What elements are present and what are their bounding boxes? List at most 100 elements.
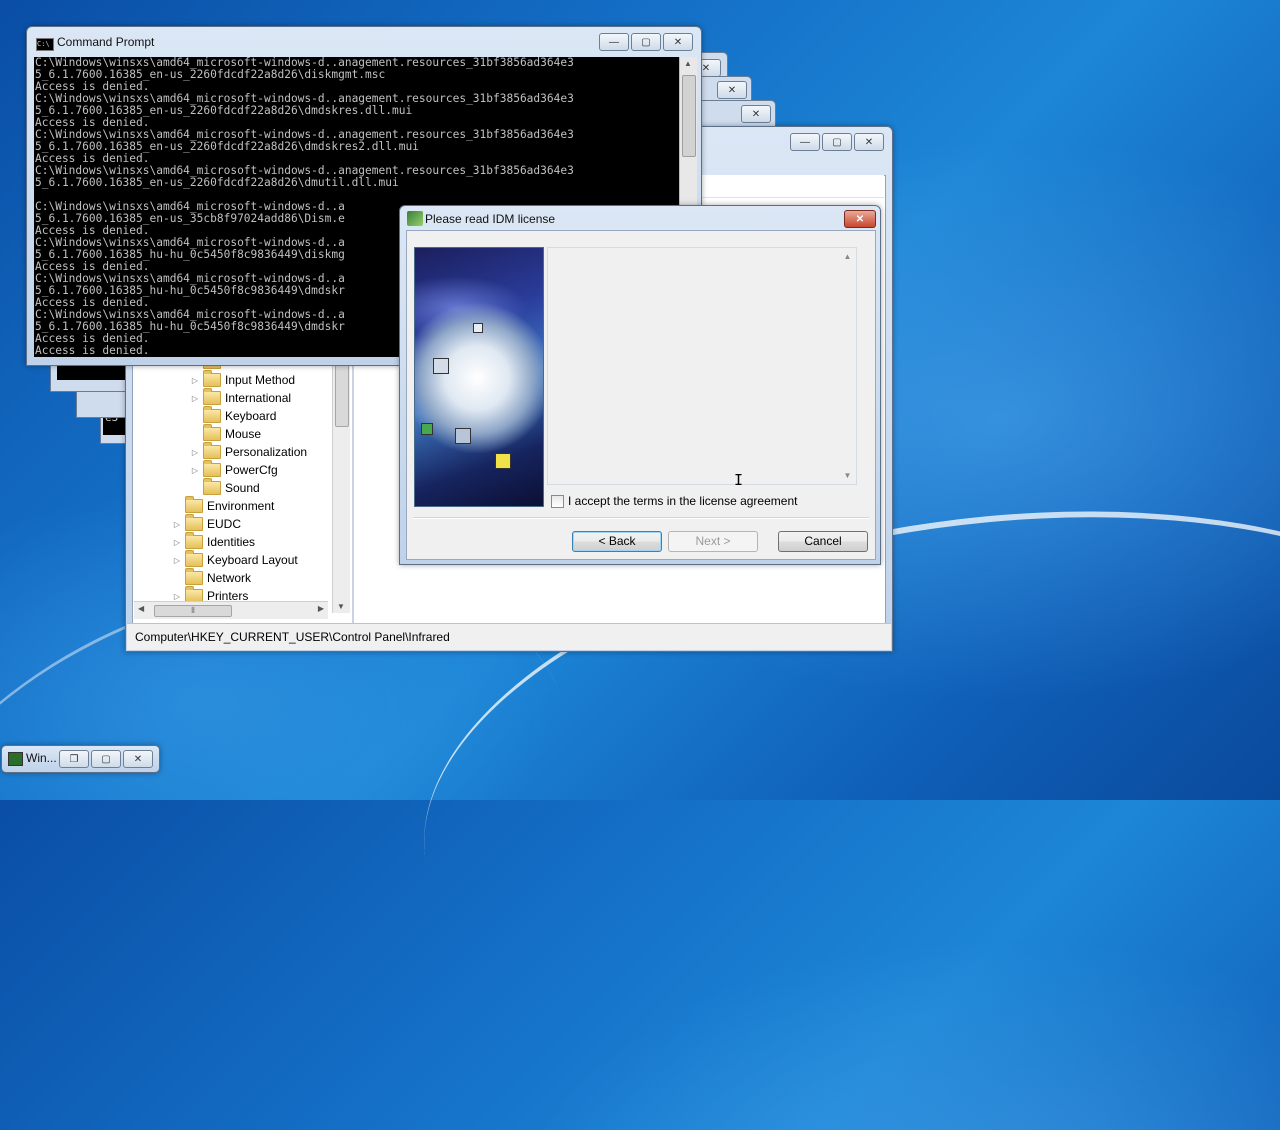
scrollbar-thumb[interactable]: [335, 357, 349, 427]
tree-item[interactable]: ▷ PowerCfg: [190, 460, 278, 479]
maximize-button[interactable]: ▢: [631, 33, 661, 51]
license-scrollbar[interactable]: ▲ ▼: [839, 248, 856, 484]
app-icon: [8, 752, 23, 766]
folder-icon: [185, 496, 203, 513]
restore-button[interactable]: ❐: [59, 750, 89, 768]
close-icon: ✕: [855, 213, 865, 225]
dialog-body: ▲ ▼ I accept the terms in the license ag…: [406, 230, 876, 560]
minimized-window[interactable]: Win... ❐ ▢ ✕: [1, 745, 160, 773]
close-icon: ✕: [727, 84, 737, 96]
tree-horizontal-scrollbar[interactable]: ◀ ⦀ ▶: [134, 601, 328, 619]
close-icon: ✕: [864, 136, 874, 148]
folder-icon: [203, 460, 221, 477]
caption-buttons: ✕: [844, 210, 876, 228]
folder-icon: [185, 514, 203, 531]
tree-item[interactable]: ▷ Keyboard Layout: [172, 550, 298, 569]
next-button[interactable]: Next >: [668, 531, 758, 552]
expand-arrow-icon[interactable]: ▷: [172, 556, 182, 565]
license-text-area[interactable]: ▲ ▼: [547, 247, 857, 485]
dialog-title: Please read IDM license: [425, 212, 556, 226]
tree-item[interactable]: Mouse: [190, 424, 262, 443]
folder-icon: [203, 406, 221, 423]
divider: [413, 517, 869, 519]
expand-arrow-icon[interactable]: ▷: [172, 520, 182, 529]
expand-arrow-icon[interactable]: ▷: [172, 592, 182, 601]
decorative-cube: [433, 358, 449, 374]
maximize-button[interactable]: ▢: [822, 133, 852, 151]
close-button[interactable]: ✕: [717, 81, 747, 99]
tree-item[interactable]: Environment: [172, 496, 275, 515]
tree-item-label: Mouse: [225, 427, 262, 441]
tree-item[interactable]: ▷ International: [190, 388, 292, 407]
folder-icon: [185, 550, 203, 567]
tree-vertical-scrollbar[interactable]: ▼: [332, 353, 350, 613]
registry-tree-pane[interactable]: ▷Infrared▷Input Method▷InternationalKeyb…: [134, 349, 346, 749]
restore-icon: ❐: [69, 753, 79, 765]
caption-buttons: ❐ ▢ ✕: [59, 750, 153, 768]
close-button[interactable]: ✕: [123, 750, 153, 768]
scroll-up-arrow-icon[interactable]: ▲: [684, 59, 692, 68]
decorative-cube: [421, 423, 433, 435]
back-button[interactable]: < Back: [572, 531, 662, 552]
expand-arrow-icon[interactable]: ▷: [172, 538, 182, 547]
close-icon: ✕: [673, 36, 683, 48]
tree-item-label: International: [225, 391, 292, 405]
tree-item[interactable]: ▷ EUDC: [172, 514, 241, 533]
scroll-left-arrow-icon[interactable]: ◀: [138, 604, 144, 613]
maximize-icon: ▢: [832, 136, 842, 148]
title-bar[interactable]: C:\ Command Prompt — ▢ ✕: [27, 27, 701, 55]
close-button[interactable]: ✕: [741, 105, 771, 123]
scroll-down-arrow-icon[interactable]: ▼: [337, 602, 345, 611]
expand-arrow-icon[interactable]: ▷: [190, 394, 200, 403]
expand-arrow-icon[interactable]: ▷: [190, 466, 200, 475]
close-icon: ✕: [701, 62, 711, 74]
cancel-button[interactable]: Cancel: [778, 531, 868, 552]
folder-icon: [203, 388, 221, 405]
close-button[interactable]: ✕: [844, 210, 876, 228]
expand-arrow-icon[interactable]: ▷: [190, 448, 200, 457]
maximize-button[interactable]: ▢: [91, 750, 121, 768]
tree-item[interactable]: ▷ Identities: [172, 532, 256, 551]
maximize-icon: ▢: [101, 753, 111, 765]
pane-splitter[interactable]: [352, 349, 354, 623]
close-icon: ✕: [751, 108, 761, 120]
accept-license-label[interactable]: I accept the terms in the license agreem…: [568, 494, 797, 508]
tree-item[interactable]: Network: [172, 568, 251, 587]
window-title: Command Prompt: [57, 35, 155, 49]
expand-arrow-icon[interactable]: ▷: [190, 376, 200, 385]
i-beam-cursor-icon: I: [734, 471, 744, 489]
tree-item-label: Sound: [225, 481, 260, 495]
decorative-cube: [495, 453, 511, 469]
tree-item-label: Environment: [207, 499, 275, 513]
scroll-up-arrow-icon[interactable]: ▲: [839, 252, 856, 261]
tree-item[interactable]: ▷ Input Method: [190, 370, 296, 389]
minimize-button[interactable]: —: [790, 133, 820, 151]
tree-item-label: Identities: [207, 535, 256, 549]
title-bar[interactable]: Please read IDM license ✕: [400, 206, 880, 230]
folder-icon: [203, 478, 221, 495]
folder-icon: [185, 568, 203, 585]
scrollbar-thumb[interactable]: ⦀: [154, 605, 232, 617]
maximize-icon: ▢: [641, 36, 651, 48]
close-button[interactable]: ✕: [663, 33, 693, 51]
accept-license-row[interactable]: I accept the terms in the license agreem…: [551, 494, 797, 508]
tree-item[interactable]: ▷ Personalization: [190, 442, 307, 461]
scrollbar-thumb[interactable]: [682, 75, 696, 157]
tree-item-label: Keyboard Layout: [207, 553, 298, 567]
close-button[interactable]: ✕: [854, 133, 884, 151]
folder-icon: [203, 442, 221, 459]
tree-item-label: Input Method: [225, 373, 296, 387]
idm-license-dialog[interactable]: Please read IDM license ✕ ▲ ▼ I accept t…: [399, 205, 881, 565]
console-line: 5_6.1.7600.16385_en-us_2260fdcdf22a8d26\…: [35, 176, 399, 189]
close-icon: ✕: [133, 753, 143, 765]
cmd-app-icon: C:\: [36, 38, 54, 51]
status-bar: Computer\HKEY_CURRENT_USER\Control Panel…: [127, 623, 891, 650]
minimize-button[interactable]: —: [599, 33, 629, 51]
tree-item[interactable]: Keyboard: [190, 406, 277, 425]
tree-item[interactable]: Sound: [190, 478, 260, 497]
folder-icon: [185, 532, 203, 549]
tree-item-label: Keyboard: [225, 409, 277, 423]
scroll-down-arrow-icon[interactable]: ▼: [839, 471, 856, 480]
accept-license-checkbox[interactable]: [551, 494, 564, 508]
scroll-right-arrow-icon[interactable]: ▶: [318, 604, 324, 613]
